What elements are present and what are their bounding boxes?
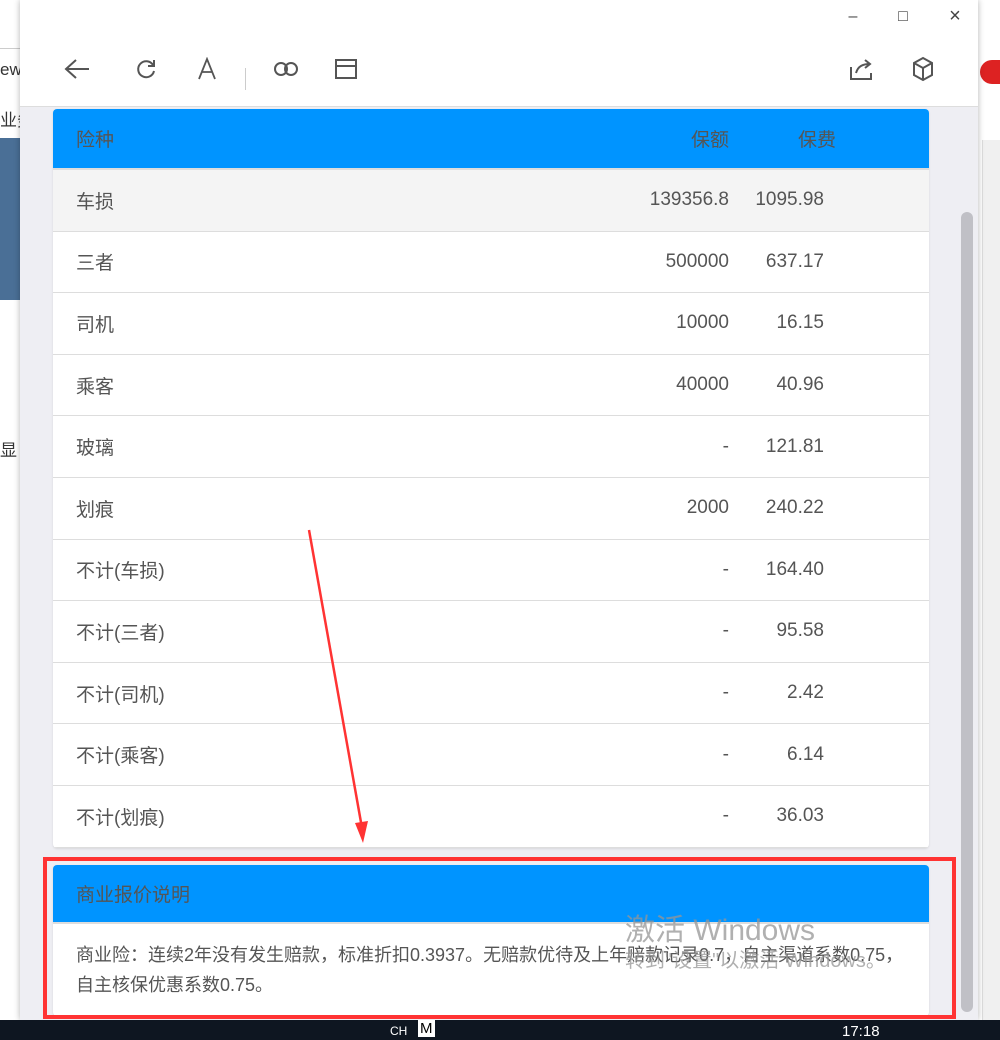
taskbar: CH M 17:18	[0, 1020, 1000, 1040]
annotation-arrow	[307, 529, 368, 843]
clock[interactable]: 17:18	[842, 1023, 880, 1040]
ime-mode[interactable]: M	[418, 1020, 435, 1037]
watermark-title: 激活 Windows	[625, 914, 816, 947]
watermark-subtitle: 转到"设置"以激活 Windows。	[625, 950, 886, 972]
ime-indicator[interactable]: CH	[390, 1024, 407, 1038]
